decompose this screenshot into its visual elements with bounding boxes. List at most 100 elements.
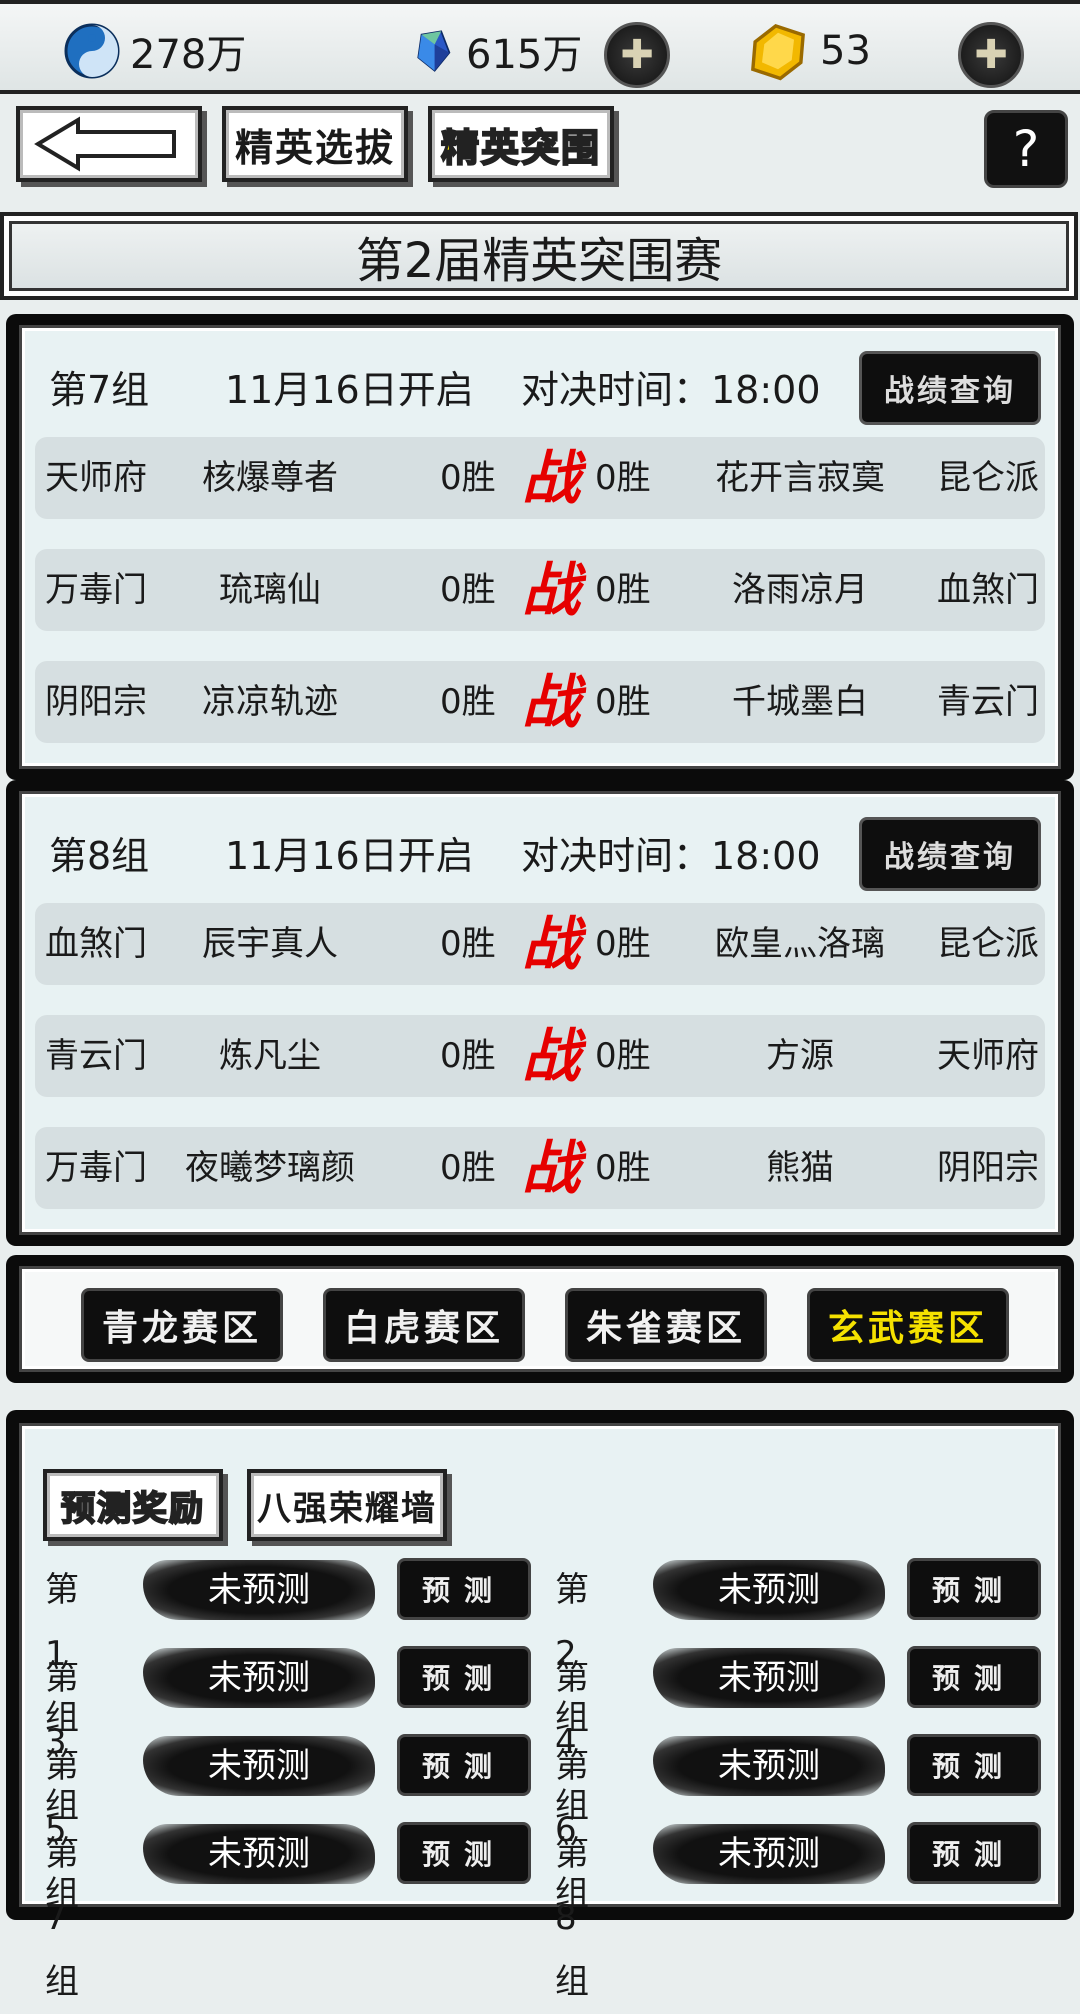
predict-button[interactable]: 预测 [397,1822,531,1884]
vs-mark: 战 [522,910,581,978]
left-sect: 万毒门 [45,1148,147,1188]
record-query-button[interactable]: 战绩查询 [859,351,1041,425]
left-wins: 0胜 [440,924,496,964]
match-row[interactable]: 青云门 炼凡尘 0胜 战 0胜 方源 天师府 [35,1015,1045,1097]
back-button[interactable] [16,106,202,182]
help-button[interactable]: ? [984,110,1068,188]
match-row[interactable]: 万毒门 琉璃仙 0胜 战 0胜 洛雨凉月 血煞门 [35,549,1045,631]
group-panel: 第8组 11月16日开启 对决时间：18:00 战绩查询 血煞门 辰宇真人 0胜… [6,780,1074,1246]
match-row[interactable]: 万毒门 夜曦梦璃颜 0胜 战 0胜 熊猫 阴阳宗 [35,1127,1045,1209]
group-name: 第7组 [49,367,150,412]
right-wins: 0胜 [595,1036,651,1076]
group-battle-time: 对决时间：18:00 [521,367,821,412]
right-player: 欧皇灬洛璃 [715,924,885,964]
prediction-status: 未预测 [653,1648,885,1708]
left-wins: 0胜 [440,458,496,498]
right-player: 洛雨凉月 [732,570,868,610]
vs-mark: 战 [522,668,581,736]
right-sect: 阴阳宗 [937,1148,1039,1188]
taiji-resource: 278万 [64,4,246,98]
resource-bar: 278万 615万 ✚ 53 ✚ [0,0,1080,94]
left-player: 琉璃仙 [219,570,321,610]
right-sect: 昆仑派 [937,924,1039,964]
add-crystal-button[interactable]: ✚ [604,22,670,88]
right-player: 方源 [766,1036,834,1076]
left-wins: 0胜 [440,570,496,610]
match-row[interactable]: 血煞门 辰宇真人 0胜 战 0胜 欧皇灬洛璃 昆仑派 [35,903,1045,985]
taiji-icon [64,23,120,79]
gold-resource: 53 [746,4,871,98]
right-sect: 昆仑派 [937,458,1039,498]
gold-ingot-icon [751,23,805,81]
predict-button[interactable]: 预测 [907,1734,1041,1796]
group-battle-time: 对决时间：18:00 [521,833,821,878]
zone-xuanwu-button[interactable]: 玄武赛区 [807,1288,1009,1362]
right-wins: 0胜 [595,924,651,964]
zone-selector-body: 青龙赛区 白虎赛区 朱雀赛区 玄武赛区 [22,1269,1058,1369]
group-name: 第8组 [49,833,150,878]
left-player: 炼凡尘 [219,1036,321,1076]
prediction-reward-tab[interactable]: 预测奖励 [43,1469,223,1541]
top8-honor-wall-tab[interactable]: 八强荣耀墙 [247,1469,447,1541]
prediction-status: 未预测 [143,1824,375,1884]
elite-breakout-tab[interactable]: 精英突围 [428,106,614,182]
left-player: 夜曦梦璃颜 [185,1148,355,1188]
right-player: 千城墨白 [732,682,868,722]
left-wins: 0胜 [440,1036,496,1076]
prediction-group-label: 第7组 [45,1834,79,2002]
right-player: 熊猫 [766,1148,834,1188]
left-player: 核爆尊者 [202,458,338,498]
predict-button[interactable]: 预测 [907,1558,1041,1620]
zone-selector: 青龙赛区 白虎赛区 朱雀赛区 玄武赛区 [6,1255,1074,1383]
crystal-amount: 615万 [466,32,583,78]
prediction-status: 未预测 [143,1648,375,1708]
zone-qinglong-button[interactable]: 青龙赛区 [81,1288,283,1362]
prediction-status: 未预测 [653,1824,885,1884]
left-sect: 血煞门 [45,924,147,964]
left-wins: 0胜 [440,682,496,722]
prediction-status: 未预测 [653,1736,885,1796]
prediction-panel-body: 预测奖励 八强荣耀墙 第1组 未预测 预测 第2组 未预测 预测 第3组 未预测… [22,1426,1058,2002]
left-sect: 青云门 [45,1036,147,1076]
right-sect: 天师府 [937,1036,1039,1076]
predict-button[interactable]: 预测 [907,1822,1041,1884]
left-sect: 天师府 [45,458,147,498]
elite-select-tab[interactable]: 精英选拔 [222,106,408,182]
plus-icon: ✚ [974,32,1008,78]
left-sect: 阴阳宗 [45,682,147,722]
zone-baihu-button[interactable]: 白虎赛区 [323,1288,525,1362]
prediction-panel: 预测奖励 八强荣耀墙 第1组 未预测 预测 第2组 未预测 预测 第3组 未预测… [6,1410,1074,2002]
prediction-group-label: 第8组 [555,1834,589,2002]
match-row[interactable]: 天师府 核爆尊者 0胜 战 0胜 花开言寂寞 昆仑派 [35,437,1045,519]
vs-mark: 战 [522,556,581,624]
gold-amount: 53 [820,28,871,74]
right-wins: 0胜 [595,682,651,722]
group-open-date: 11月16日开启 [225,833,474,878]
right-player: 花开言寂寞 [715,458,885,498]
vs-mark: 战 [522,444,581,512]
zone-zhuque-button[interactable]: 朱雀赛区 [565,1288,767,1362]
record-query-button[interactable]: 战绩查询 [859,817,1041,891]
prediction-status: 未预测 [143,1736,375,1796]
right-wins: 0胜 [595,1148,651,1188]
prediction-status: 未预测 [143,1560,375,1620]
group-open-date: 11月16日开启 [225,367,474,412]
predict-button[interactable]: 预测 [397,1558,531,1620]
predict-button[interactable]: 预测 [397,1646,531,1708]
plus-icon: ✚ [620,32,654,78]
predict-button[interactable]: 预测 [397,1734,531,1796]
right-wins: 0胜 [595,458,651,498]
page-title: 第2届精英突围赛 [0,212,1078,300]
add-gold-button[interactable]: ✚ [958,22,1024,88]
back-arrow-icon [34,116,176,172]
group-panel: 第7组 11月16日开启 对决时间：18:00 战绩查询 天师府 核爆尊者 0胜… [6,314,1074,780]
predict-button[interactable]: 预测 [907,1646,1041,1708]
left-player: 凉凉轨迹 [202,682,338,722]
crystal-resource: 615万 [410,4,582,98]
match-row[interactable]: 阴阳宗 凉凉轨迹 0胜 战 0胜 千城墨白 青云门 [35,661,1045,743]
vs-mark: 战 [522,1022,581,1090]
crystal-icon [417,30,451,72]
right-wins: 0胜 [595,570,651,610]
left-wins: 0胜 [440,1148,496,1188]
left-sect: 万毒门 [45,570,147,610]
